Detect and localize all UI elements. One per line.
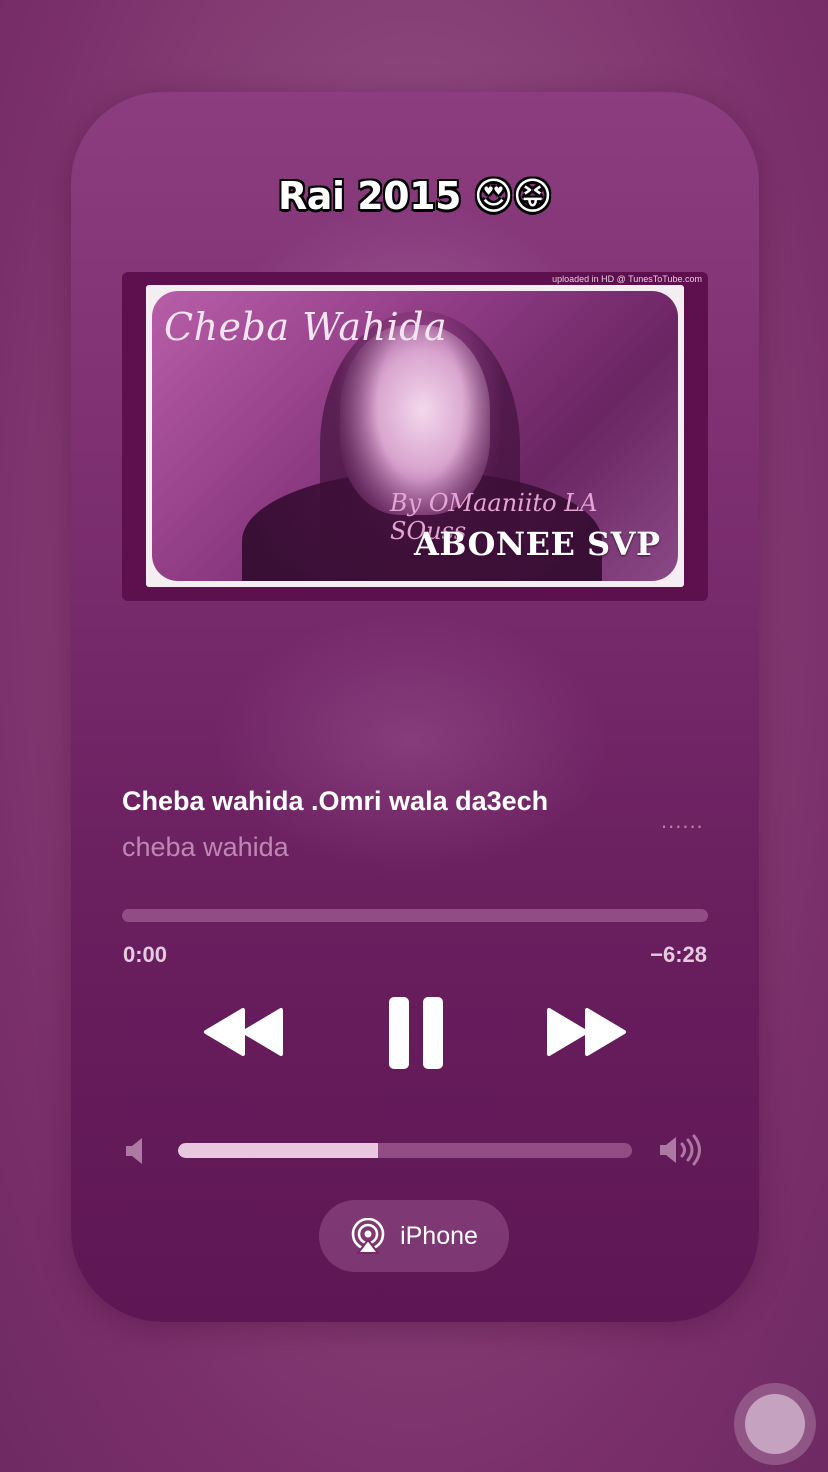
airplay-icon: [351, 1218, 385, 1254]
now-playing-card: Rai 2015 😍😝 uploaded in HD @ TunesToTube…: [71, 92, 759, 1322]
artwork-credit: uploaded in HD @ TunesToTube.com: [552, 274, 702, 284]
elapsed-time: 0:00: [123, 942, 168, 967]
album-artwork[interactable]: uploaded in HD @ TunesToTube.com Cheba W…: [122, 272, 708, 601]
playlist-title: Rai 2015 😍😝: [278, 174, 552, 218]
playback-scrubber[interactable]: [122, 909, 708, 922]
artwork-frame: Cheba Wahida By OMaaniito LA SOuss ABONE…: [146, 285, 684, 587]
pause-button[interactable]: [376, 992, 456, 1074]
more-options-button[interactable]: ......: [661, 808, 704, 834]
remaining-time: −6:28: [650, 942, 707, 967]
artwork-subscribe-text: ABONEE SVP: [414, 525, 661, 563]
fast-forward-button[interactable]: [545, 997, 627, 1067]
output-device-label: iPhone: [400, 1221, 478, 1250]
volume-fill: [178, 1143, 378, 1158]
artwork-name-text: Cheba Wahida: [164, 305, 448, 349]
assistive-touch-button[interactable]: [734, 1383, 816, 1465]
rewind-icon: [204, 1008, 283, 1056]
volume-slider[interactable]: [178, 1143, 632, 1158]
assistive-touch-icon: [745, 1394, 805, 1454]
track-title: Cheba wahida .Omri wala da3ech: [122, 786, 549, 816]
track-artist[interactable]: cheba wahida: [122, 832, 289, 863]
pause-icon: [389, 997, 443, 1069]
speaker-low-icon: [126, 1138, 142, 1164]
fast-forward-icon: [547, 1008, 626, 1056]
artwork-photo: Cheba Wahida By OMaaniito LA SOuss ABONE…: [152, 291, 678, 581]
airplay-output-button[interactable]: iPhone: [319, 1200, 509, 1272]
speaker-high-icon: [660, 1134, 701, 1166]
rewind-button[interactable]: [203, 997, 285, 1067]
